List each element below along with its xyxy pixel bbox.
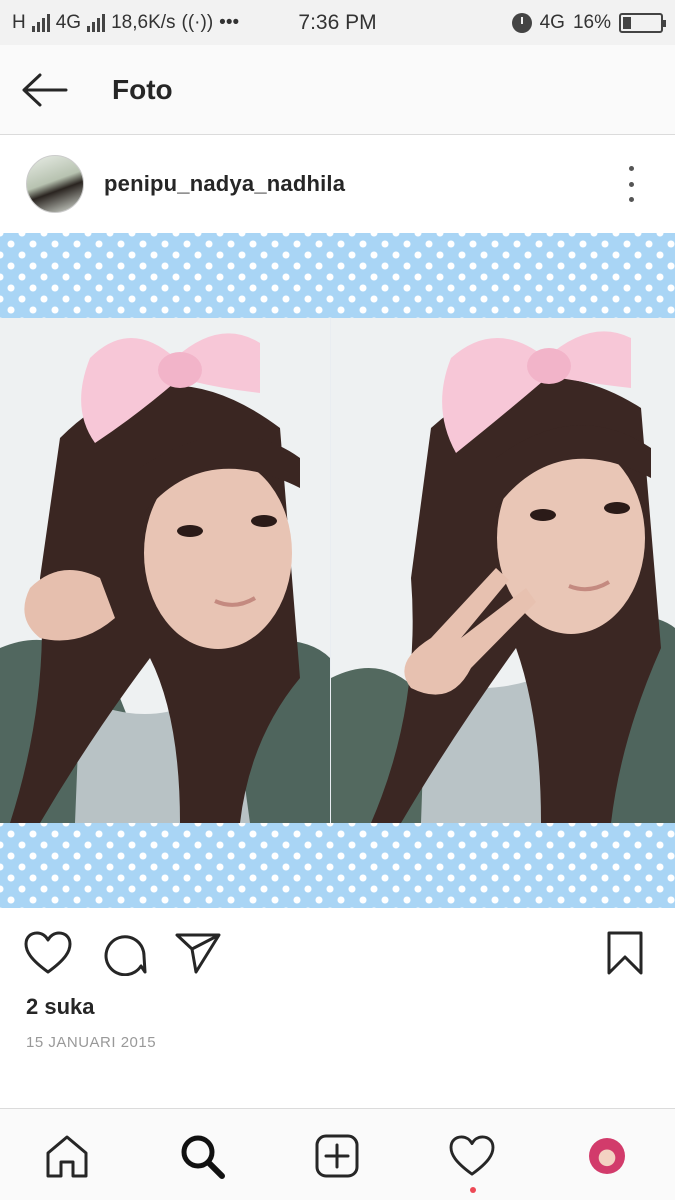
- share-button[interactable]: [173, 928, 223, 978]
- heart-icon: [449, 1135, 495, 1176]
- notification-dot: [470, 1187, 476, 1193]
- send-icon: [175, 933, 221, 974]
- more-status-icon: •••: [219, 11, 240, 33]
- photo-panel-right: [331, 318, 675, 823]
- network-type-label: H: [12, 11, 26, 33]
- post-header: penipu_nadya_nadhila: [0, 136, 675, 232]
- hotspot-icon: ((·)): [181, 11, 214, 33]
- signal-icon: [31, 13, 50, 32]
- post-date: 15 JANUARI 2015: [26, 1034, 157, 1051]
- nav-search[interactable]: [175, 1129, 229, 1183]
- heart-icon: [24, 931, 72, 974]
- status-bar-left: H 4G 18,6K/s ((·)) •••: [12, 12, 239, 34]
- polka-dot-border-bottom: [0, 823, 675, 908]
- plus-square-icon: [315, 1134, 359, 1178]
- post-username[interactable]: penipu_nadya_nadhila: [104, 171, 345, 197]
- battery-icon: [619, 12, 666, 33]
- status-bar: H 4G 18,6K/s ((·)) ••• 7:36 PM 4G 16%: [0, 0, 675, 45]
- nav-home[interactable]: [40, 1129, 94, 1183]
- status-bar-right: 4G 16%: [511, 11, 666, 34]
- signal-icon-2: [87, 13, 106, 32]
- comment-button[interactable]: [99, 928, 149, 978]
- app-header: Foto: [0, 45, 675, 135]
- selfie-illustration-left: [0, 318, 330, 823]
- user-avatar[interactable]: [26, 155, 84, 213]
- comment-icon: [104, 935, 147, 976]
- likes-count[interactable]: 2 suka: [26, 994, 95, 1020]
- home-icon: [46, 1135, 88, 1178]
- like-button[interactable]: [23, 928, 73, 978]
- nav-profile[interactable]: [580, 1129, 634, 1183]
- bookmark-icon: [607, 931, 643, 975]
- more-vertical-icon: [628, 166, 634, 171]
- alarm-icon: [511, 12, 532, 33]
- network-speed: 18,6K/s: [111, 11, 176, 33]
- search-icon: [181, 1135, 225, 1179]
- network-4g-label: 4G: [55, 11, 82, 33]
- volte-label: 4G: [539, 11, 565, 33]
- page-title: Foto: [112, 73, 173, 105]
- profile-avatar: [589, 1138, 625, 1174]
- battery-percent: 16%: [572, 11, 611, 33]
- nav-new-post[interactable]: [310, 1129, 364, 1183]
- bottom-nav: [0, 1108, 675, 1200]
- photo-panel-left: [0, 318, 330, 823]
- nav-activity[interactable]: [445, 1129, 499, 1193]
- post-actions: [0, 910, 675, 992]
- post-photo[interactable]: [0, 233, 675, 908]
- save-button[interactable]: [600, 928, 650, 978]
- selfie-illustration-right: [331, 318, 675, 823]
- polka-dot-border-top: [0, 233, 675, 318]
- arrow-left-icon: [22, 73, 68, 106]
- back-button[interactable]: [0, 45, 90, 135]
- more-options-button[interactable]: [623, 166, 639, 202]
